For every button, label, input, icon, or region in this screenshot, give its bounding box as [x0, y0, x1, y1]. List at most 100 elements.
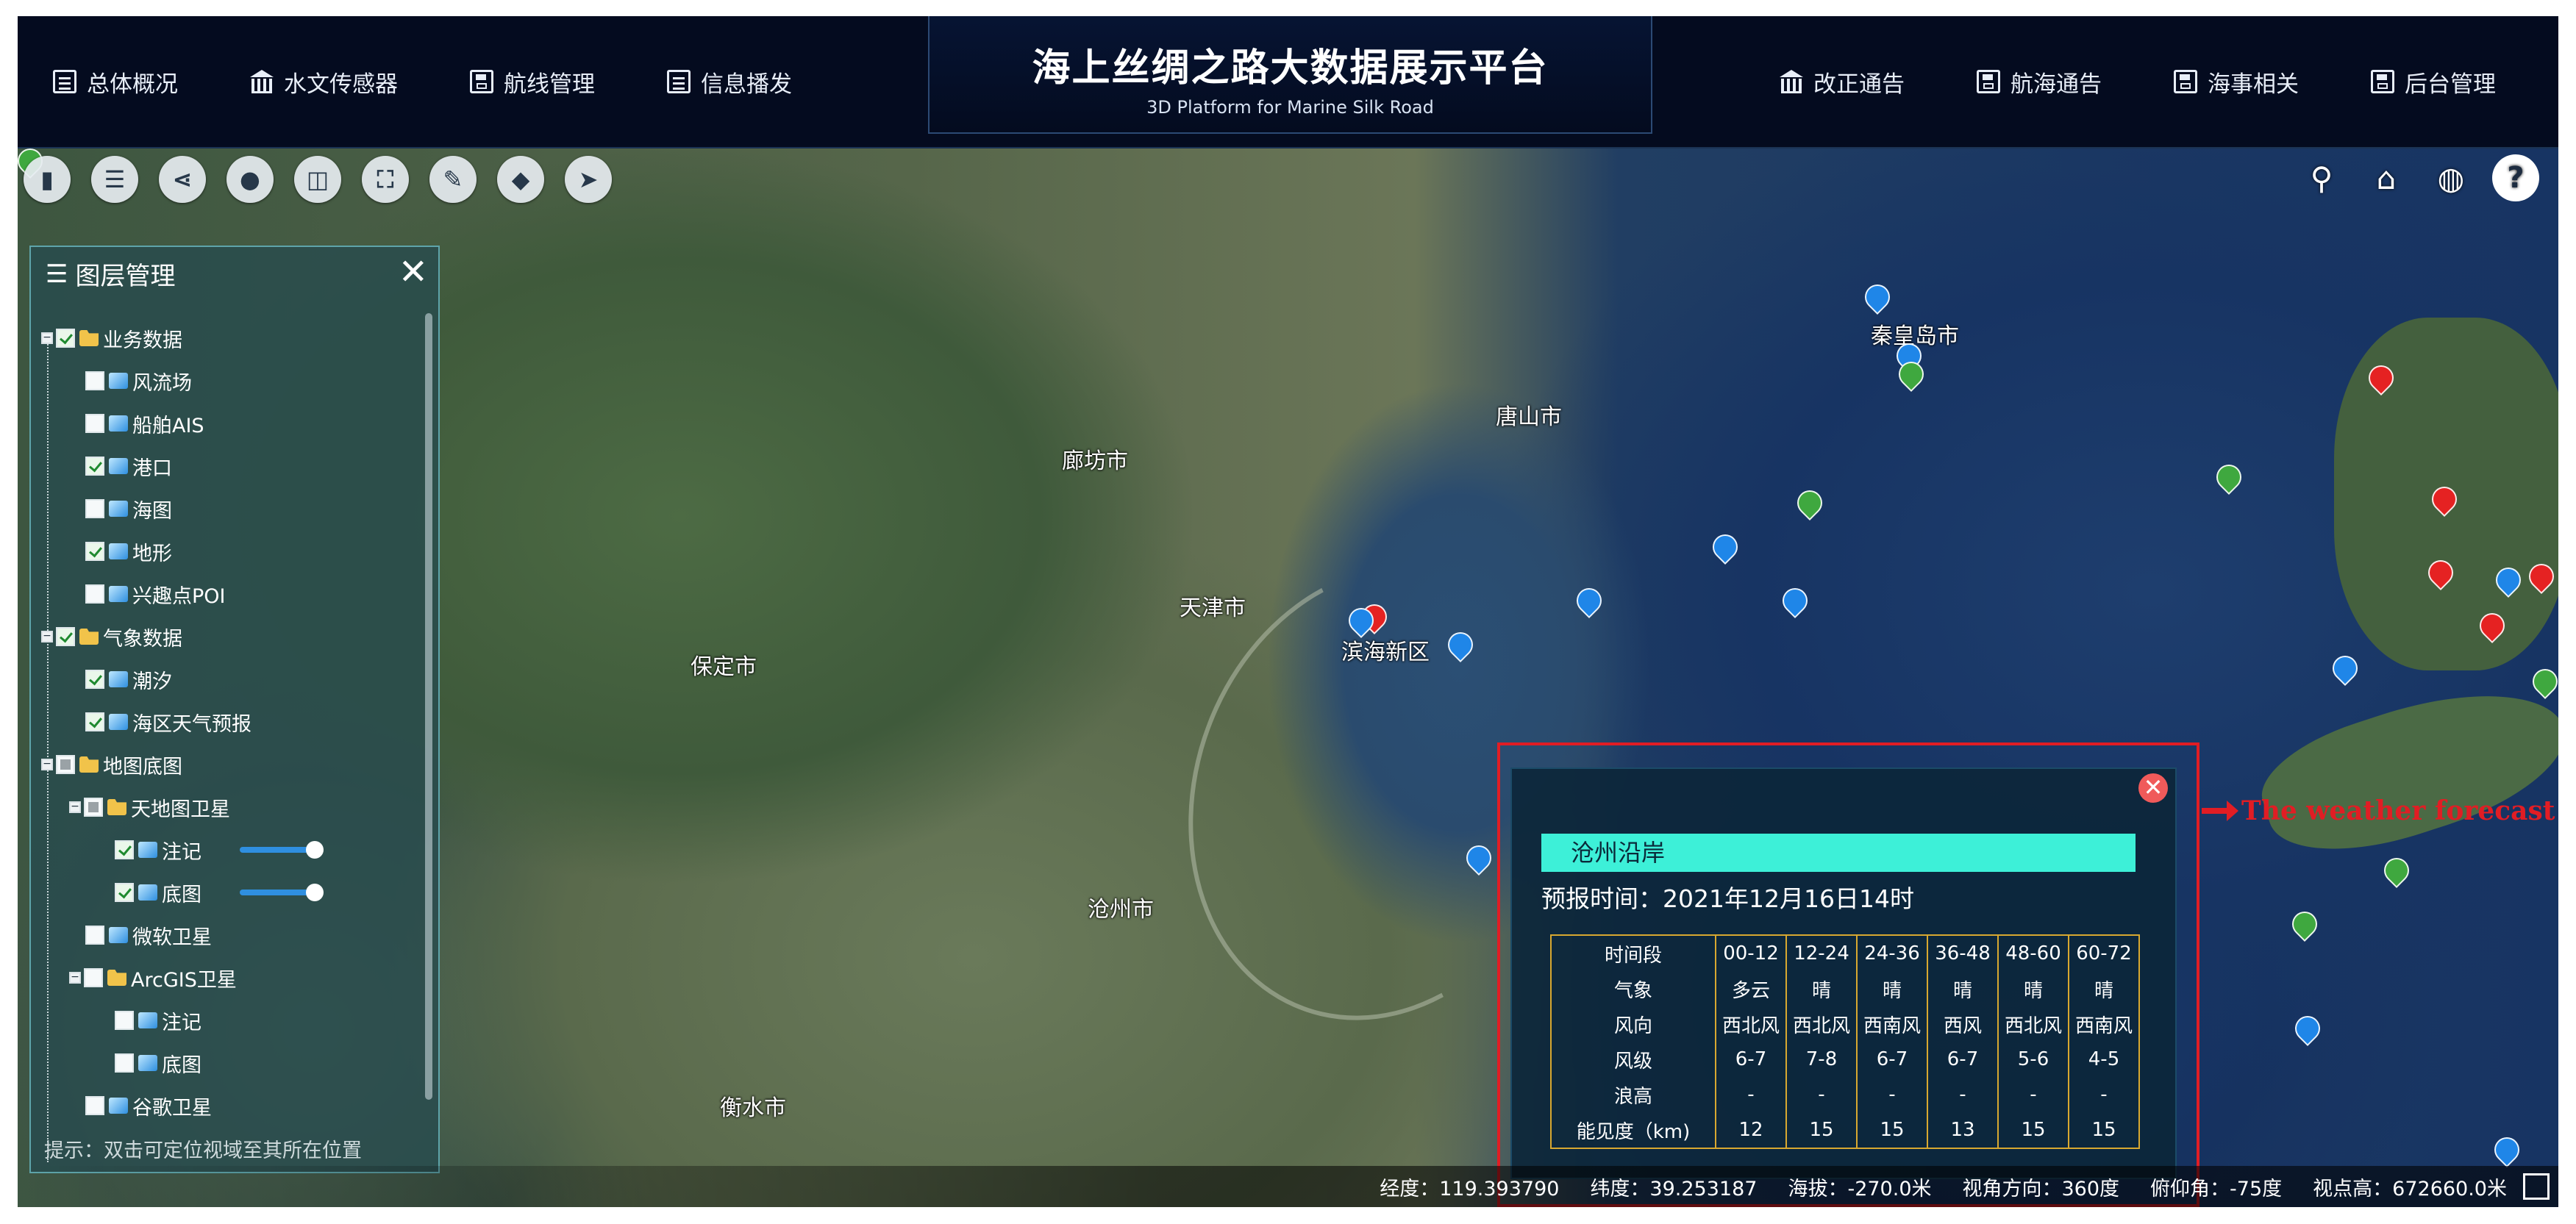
close-icon[interactable]: ✕ — [2138, 773, 2168, 803]
share-icon[interactable]: ⋖ — [159, 156, 206, 203]
collapse-icon[interactable]: − — [69, 801, 81, 813]
nav-navigation-notice[interactable]: 航海通告 — [1977, 65, 2102, 99]
opacity-slider[interactable] — [240, 884, 324, 901]
tag-icon[interactable]: ◆ — [497, 156, 544, 203]
layer-panel-title: 图层管理 — [75, 262, 176, 291]
tree-node[interactable]: 底图 — [41, 871, 416, 914]
tree-node[interactable]: 微软卫星 — [41, 914, 416, 956]
checkbox[interactable] — [85, 457, 104, 476]
checkbox[interactable] — [84, 968, 103, 987]
tree-node[interactable]: 兴趣点POI — [41, 573, 416, 615]
forecast-cell: 晴 — [1856, 971, 1928, 1006]
list-icon[interactable]: ☰ — [91, 156, 138, 203]
tree-node[interactable]: 海图 — [41, 487, 416, 530]
nav-maritime[interactable]: 海事相关 — [2174, 65, 2299, 99]
checkbox[interactable] — [85, 1096, 104, 1115]
tree-node[interactable]: 地形 — [41, 530, 416, 573]
collapse-icon[interactable]: − — [69, 972, 81, 984]
tree-node[interactable]: 底图 — [41, 1042, 416, 1084]
checkbox[interactable] — [115, 1011, 134, 1030]
tree-node[interactable]: 港口 — [41, 445, 416, 487]
checkbox[interactable] — [85, 499, 104, 518]
alert-marker[interactable] — [2426, 481, 2463, 520]
sensor-marker[interactable] — [2289, 1010, 2326, 1050]
alert-marker[interactable] — [2523, 558, 2558, 598]
tree-node[interactable]: 注记 — [41, 828, 416, 871]
map-icon[interactable]: ▮ — [24, 156, 71, 203]
port-marker[interactable] — [2378, 852, 2415, 892]
forecast-cell: 晴 — [2068, 971, 2140, 1006]
sensor-marker[interactable] — [1460, 840, 1497, 879]
nav-info-broadcast[interactable]: 信息播发 — [667, 65, 792, 99]
screenshot-icon[interactable]: ⛶ — [362, 156, 409, 203]
tree-node[interactable]: − 地图底图 — [41, 743, 416, 786]
alert-marker[interactable] — [2363, 359, 2400, 399]
layer-icon — [138, 1012, 157, 1028]
alert-marker[interactable] — [2474, 607, 2511, 647]
tree-node[interactable]: − 天地图卫星 — [41, 786, 416, 828]
tree-node[interactable]: − ArcGIS卫星 — [41, 956, 416, 999]
send-icon[interactable]: ➤ — [565, 156, 612, 203]
nav-hydrology-sensors[interactable]: 水文传感器 — [250, 65, 398, 99]
forecast-row-label: 气象 — [1550, 971, 1716, 1006]
checkbox[interactable] — [56, 755, 75, 774]
port-marker[interactable] — [1791, 484, 1828, 524]
pin-icon[interactable]: ● — [226, 156, 274, 203]
port-marker[interactable] — [1893, 356, 1930, 396]
alert-marker[interactable] — [2422, 554, 2459, 594]
checkbox[interactable] — [85, 414, 104, 433]
checkbox[interactable] — [85, 712, 104, 731]
tree-label: 兴趣点POI — [132, 584, 226, 608]
sensor-marker[interactable] — [1859, 279, 1896, 318]
tree-node[interactable]: 注记 — [41, 999, 416, 1042]
map-view[interactable]: 保定市 沧州市 廊坊市 唐山市 衡水市 秦皇岛市 天津市 滨海新区 ▮ ☰ ⋖ … — [18, 143, 2558, 1207]
tree-node[interactable]: 风流场 — [41, 359, 416, 402]
nav-route-management[interactable]: 航线管理 — [470, 65, 595, 99]
tree-node[interactable]: 船舶AIS — [41, 402, 416, 445]
tree-node[interactable]: 海区天气预报 — [41, 701, 416, 743]
checkbox[interactable] — [85, 584, 104, 604]
nav-correction-notice[interactable]: 改正通告 — [1780, 65, 1905, 99]
port-marker[interactable] — [2286, 906, 2323, 945]
help-icon[interactable]: ? — [2492, 154, 2539, 201]
checkbox[interactable] — [115, 883, 134, 902]
checkbox[interactable] — [85, 670, 104, 689]
fullscreen-icon[interactable] — [2523, 1173, 2550, 1200]
scrollbar[interactable] — [425, 313, 432, 1100]
tree-node[interactable]: − 气象数据 — [41, 615, 416, 658]
sensor-marker[interactable] — [1571, 582, 1608, 622]
port-marker[interactable] — [2211, 459, 2247, 498]
checkbox[interactable] — [115, 840, 134, 859]
tree-node[interactable]: 谷歌卫星 — [41, 1084, 416, 1127]
sensor-marker[interactable] — [1343, 602, 1380, 642]
checkbox[interactable] — [85, 542, 104, 561]
checkbox[interactable] — [85, 926, 104, 945]
split-view-icon[interactable]: ◫ — [294, 156, 341, 203]
tree-node[interactable]: − 业务数据 — [41, 317, 416, 359]
collapse-icon[interactable]: − — [41, 631, 53, 643]
collapse-icon[interactable]: − — [41, 332, 53, 344]
nav-label: 水文传感器 — [284, 71, 398, 98]
checkbox[interactable] — [85, 371, 104, 390]
sensor-marker[interactable] — [2327, 650, 2363, 690]
arrow-icon — [2202, 801, 2238, 821]
opacity-slider[interactable] — [240, 841, 324, 859]
sensor-marker[interactable] — [2490, 562, 2527, 601]
sensor-marker[interactable] — [1442, 626, 1479, 666]
home-icon[interactable]: ⌂ — [2363, 154, 2410, 201]
globe-icon[interactable]: ◍ — [2427, 154, 2475, 201]
sensor-marker[interactable] — [1777, 582, 1813, 622]
nav-admin[interactable]: 后台管理 — [2371, 65, 2496, 99]
collapse-icon[interactable]: − — [41, 759, 53, 770]
checkbox[interactable] — [56, 329, 75, 348]
close-icon[interactable]: ✕ — [399, 251, 428, 293]
nav-overview[interactable]: 总体概况 — [53, 65, 178, 99]
checkbox[interactable] — [56, 627, 75, 646]
checkbox[interactable] — [115, 1053, 134, 1073]
checkbox[interactable] — [84, 798, 103, 817]
tree-node[interactable]: 潮汐 — [41, 658, 416, 701]
edit-icon[interactable]: ✎ — [429, 156, 477, 203]
port-marker[interactable] — [2527, 663, 2558, 703]
search-icon[interactable]: ⚲ — [2298, 154, 2345, 201]
sensor-marker[interactable] — [1707, 529, 1744, 568]
